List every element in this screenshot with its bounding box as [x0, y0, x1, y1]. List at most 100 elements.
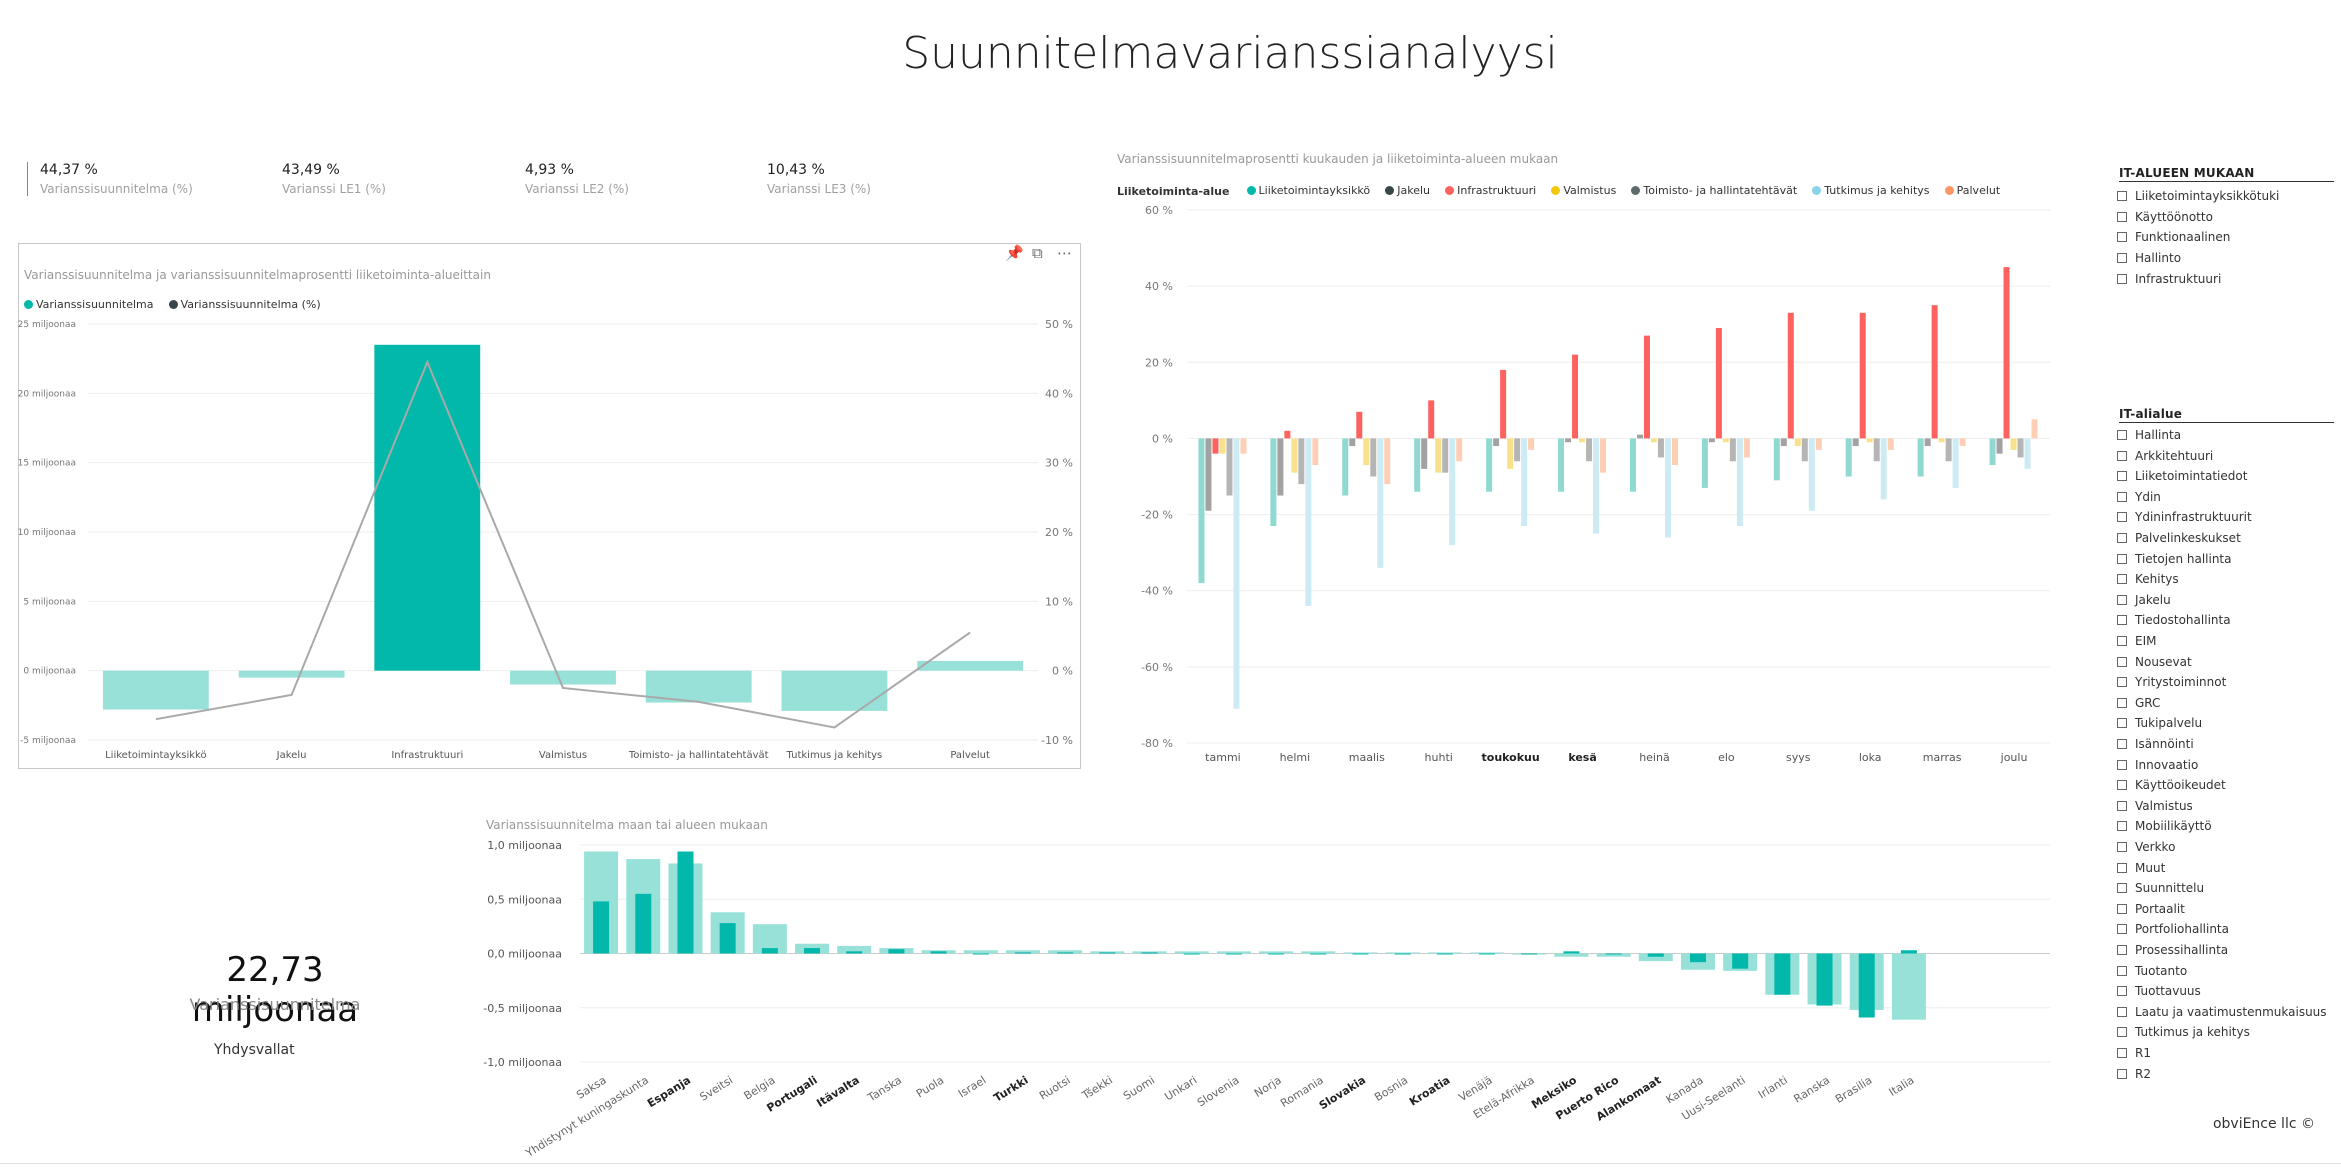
checkbox[interactable] — [2117, 1006, 2127, 1017]
slicer-option[interactable]: Valmistus — [2117, 799, 2193, 813]
more-options-icon[interactable]: ⋯ — [1057, 244, 1072, 262]
slicer-option[interactable]: Liiketoimintatiedot — [2117, 469, 2247, 483]
checkbox[interactable] — [2117, 821, 2127, 832]
slicer-option[interactable]: Verkko — [2117, 840, 2175, 854]
checkbox[interactable] — [2117, 615, 2127, 626]
slicer-option[interactable]: Laatu ja vaatimustenmukaisuus — [2117, 1005, 2327, 1019]
bar — [1435, 438, 1442, 473]
slicer-option[interactable]: Tutkimus ja kehitys — [2117, 1025, 2250, 1039]
checkbox[interactable] — [2117, 1048, 2127, 1058]
checkbox[interactable] — [2117, 677, 2127, 688]
checkbox[interactable] — [2117, 553, 2127, 564]
checkbox[interactable] — [2117, 512, 2127, 523]
slicer-option[interactable]: Käyttöoikeudet — [2117, 778, 2226, 792]
slicer-option[interactable]: Portaalit — [2117, 902, 2185, 916]
checkbox[interactable] — [2117, 656, 2127, 667]
kpi-variance-le3[interactable]: 10,43 % Varianssi LE3 (%) — [767, 162, 871, 196]
slicer-option[interactable]: Portfoliohallinta — [2117, 922, 2229, 936]
checkbox[interactable] — [2117, 232, 2127, 243]
bar — [1931, 305, 1938, 439]
slicer-option[interactable]: R1 — [2117, 1046, 2151, 1060]
kpi-variance-le1[interactable]: 43,49 % Varianssi LE1 (%) — [282, 162, 386, 196]
slicer-option[interactable]: Tietojen hallinta — [2117, 552, 2232, 566]
kpi-variance-le2[interactable]: 4,93 % Varianssi LE2 (%) — [525, 162, 629, 196]
checkbox[interactable] — [2117, 780, 2127, 791]
slicer-option[interactable]: Yritystoiminnot — [2117, 675, 2226, 689]
checkbox[interactable] — [2117, 191, 2127, 201]
slicer-option[interactable]: Tuotanto — [2117, 964, 2187, 978]
slicer-option[interactable]: EIM — [2117, 634, 2156, 648]
pin-icon[interactable]: 📌 — [1005, 244, 1024, 262]
checkbox[interactable] — [2117, 759, 2127, 770]
slicer-option[interactable]: Funktionaalinen — [2117, 230, 2230, 244]
bar — [1442, 438, 1449, 473]
checkbox[interactable] — [2117, 718, 2127, 729]
focus-mode-icon[interactable]: ⧉ — [1032, 244, 1043, 262]
slicer-option[interactable]: Kehitys — [2117, 572, 2179, 586]
slicer-option[interactable]: Tiedostohallinta — [2117, 613, 2231, 627]
slicer-option[interactable]: Ydininfrastruktuurit — [2117, 510, 2252, 524]
checkbox[interactable] — [2117, 1068, 2127, 1079]
bar — [1479, 953, 1496, 955]
checkbox[interactable] — [2117, 965, 2127, 976]
slicer-option[interactable]: Nousevat — [2117, 655, 2192, 669]
checkbox[interactable] — [2117, 862, 2127, 873]
bar — [888, 949, 905, 954]
bar — [1226, 438, 1233, 496]
checkbox[interactable] — [2117, 883, 2127, 894]
checkbox[interactable] — [2117, 471, 2127, 482]
checkbox[interactable] — [2117, 430, 2127, 440]
checkbox[interactable] — [2117, 1027, 2127, 1038]
slicer-option-label: Yritystoiminnot — [2135, 675, 2227, 690]
slicer-option[interactable]: Suunnittelu — [2117, 881, 2204, 895]
checkbox[interactable] — [2117, 594, 2127, 605]
slicer-option[interactable]: Palvelinkeskukset — [2117, 531, 2241, 545]
slicer-option[interactable]: Jakelu — [2117, 593, 2171, 607]
slicer-option[interactable]: Isännöinti — [2117, 737, 2194, 751]
slicer-option[interactable]: Tukipalvelu — [2117, 716, 2202, 730]
slicer-option[interactable]: Hallinta — [2117, 428, 2181, 442]
slicer-option[interactable]: GRC — [2117, 696, 2160, 710]
checkbox[interactable] — [2117, 636, 2127, 646]
bar — [1377, 438, 1384, 568]
slicer-option[interactable]: Muut — [2117, 861, 2165, 875]
slicer-option[interactable]: Arkkitehtuuri — [2117, 449, 2213, 463]
x-tick-label: Slovakia — [1317, 1074, 1368, 1113]
checkbox[interactable] — [2117, 924, 2127, 935]
checkbox[interactable] — [2117, 739, 2127, 749]
kpi-variance-plan[interactable]: 44,37 % Varianssisuunnitelma (%) — [40, 162, 193, 196]
checkbox[interactable] — [2117, 800, 2127, 811]
bar — [1565, 438, 1572, 443]
slicer-option[interactable]: Mobiilikäyttö — [2117, 819, 2212, 833]
slicer-option[interactable]: R2 — [2117, 1067, 2151, 1081]
slicer-option-label: Portfoliohallinta — [2135, 922, 2229, 937]
slicer-option-label: Funktionaalinen — [2135, 230, 2231, 245]
checkbox[interactable] — [2117, 491, 2127, 502]
checkbox[interactable] — [2117, 450, 2127, 461]
slicer-option[interactable]: Infrastruktuuri — [2117, 272, 2221, 286]
bar — [1579, 438, 1586, 443]
checkbox[interactable] — [2117, 273, 2127, 284]
slicer-option[interactable]: Ydin — [2117, 490, 2161, 504]
checkbox[interactable] — [2117, 574, 2127, 585]
checkbox[interactable] — [2117, 903, 2127, 914]
checkbox[interactable] — [2117, 842, 2127, 852]
slicer-option[interactable]: Tuottavuus — [2117, 984, 2201, 998]
slicer-option[interactable]: Käyttöönotto — [2117, 210, 2213, 224]
checkbox[interactable] — [2117, 211, 2127, 222]
slicer-option[interactable]: Liiketoimintayksikkötuki — [2117, 189, 2279, 203]
bar — [1268, 953, 1285, 955]
checkbox[interactable] — [2117, 253, 2127, 264]
slicer-option[interactable]: Innovaatio — [2117, 758, 2198, 772]
slicer-option[interactable]: Hallinto — [2117, 251, 2181, 265]
x-tick-label: syys — [1786, 751, 1811, 764]
checkbox[interactable] — [2117, 697, 2127, 708]
checkbox[interactable] — [2117, 945, 2127, 955]
slicer-option-label: EIM — [2135, 634, 2157, 648]
bar — [1343, 952, 1378, 954]
bar — [1427, 952, 1462, 954]
x-tick-label: Ranska — [1792, 1074, 1833, 1106]
slicer-option[interactable]: Prosessihallinta — [2117, 943, 2228, 957]
checkbox[interactable] — [2117, 986, 2127, 997]
checkbox[interactable] — [2117, 533, 2127, 543]
